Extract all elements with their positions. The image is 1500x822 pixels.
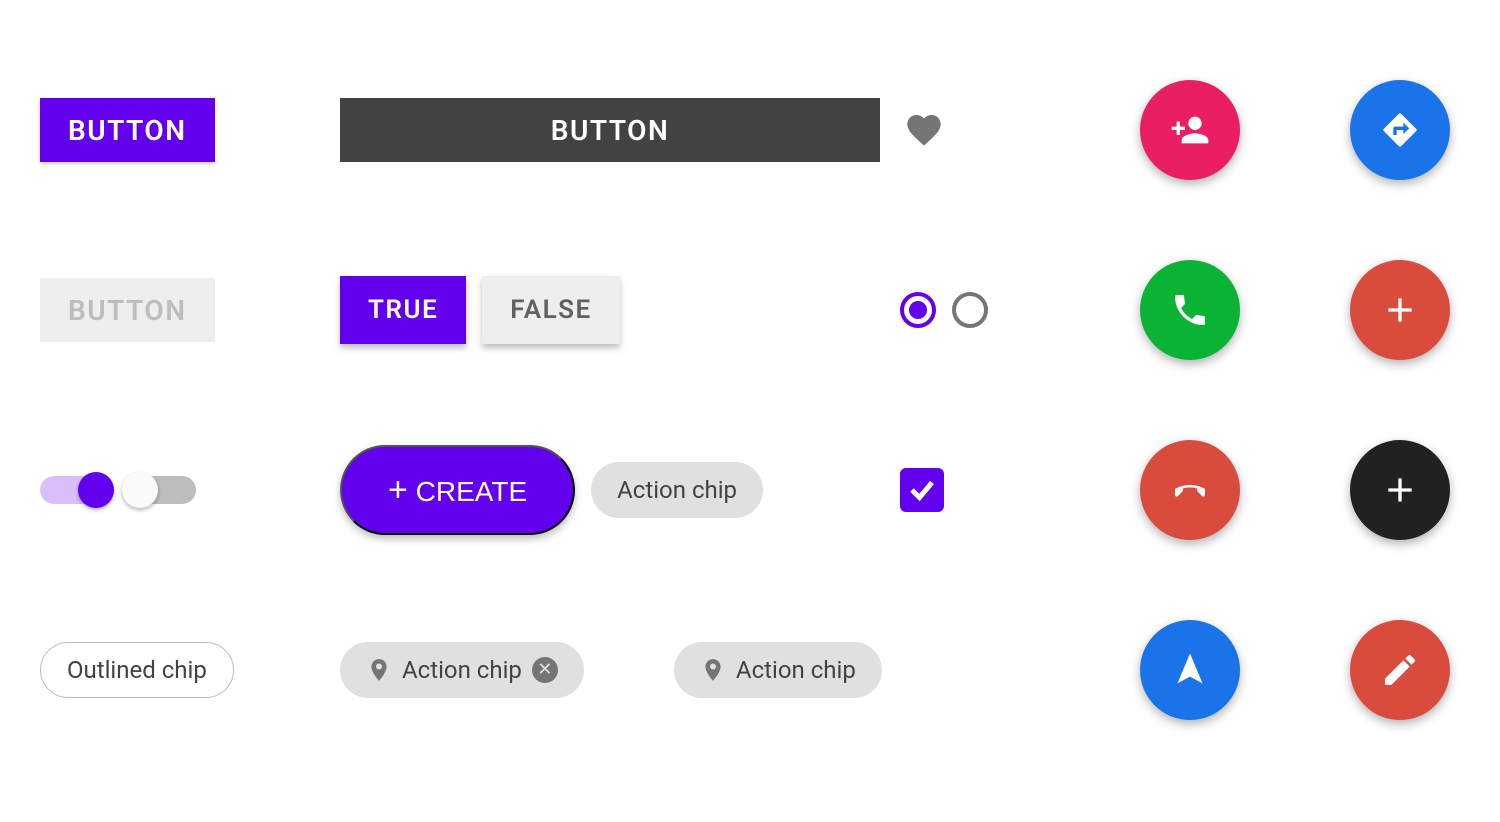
directions-icon [1380, 110, 1420, 150]
toggle-false-button[interactable]: FALSE [482, 276, 619, 344]
location-pin-icon [700, 657, 726, 683]
switch-thumb [78, 472, 114, 508]
close-icon[interactable]: ✕ [532, 657, 558, 683]
switch-thumb [122, 472, 158, 508]
plus-icon [1380, 290, 1420, 330]
action-chip-pin[interactable]: Action chip [674, 642, 882, 698]
radio-unselected[interactable] [952, 292, 988, 328]
switch-off[interactable] [126, 476, 196, 504]
favorite-button[interactable] [900, 106, 948, 154]
heart-icon [904, 110, 944, 150]
fab-navigate[interactable] [1140, 620, 1240, 720]
plus-icon [1380, 470, 1420, 510]
check-icon [907, 475, 937, 505]
outlined-chip[interactable]: Outlined chip [40, 642, 234, 698]
fab-person-add[interactable] [1140, 80, 1240, 180]
action-chip[interactable]: Action chip [591, 462, 763, 518]
location-pin-icon [366, 657, 392, 683]
chip-label: Action chip [736, 656, 856, 684]
toggle-true-button[interactable]: TRUE [340, 276, 466, 344]
disabled-button: BUTTON [40, 278, 215, 342]
fab-phone[interactable] [1140, 260, 1240, 360]
fab-add-red[interactable] [1350, 260, 1450, 360]
fab-directions[interactable] [1350, 80, 1450, 180]
navigate-icon [1170, 650, 1210, 690]
plus-icon: + [388, 471, 408, 509]
hangup-icon [1170, 470, 1210, 510]
create-label: CREATE [416, 476, 528, 507]
person-add-icon [1170, 110, 1210, 150]
radio-selected[interactable] [900, 292, 936, 328]
fab-hangup[interactable] [1140, 440, 1240, 540]
phone-icon [1170, 290, 1210, 330]
fab-add-black[interactable] [1350, 440, 1450, 540]
primary-button[interactable]: BUTTON [40, 98, 215, 162]
switch-on[interactable] [40, 476, 110, 504]
edit-icon [1380, 650, 1420, 690]
action-chip-closable[interactable]: Action chip ✕ [340, 642, 584, 698]
checkbox-checked[interactable] [900, 468, 944, 512]
fab-edit[interactable] [1350, 620, 1450, 720]
dark-button[interactable]: BUTTON [340, 98, 880, 162]
chip-label: Action chip [402, 656, 522, 684]
create-extended-fab[interactable]: + CREATE [340, 445, 575, 535]
